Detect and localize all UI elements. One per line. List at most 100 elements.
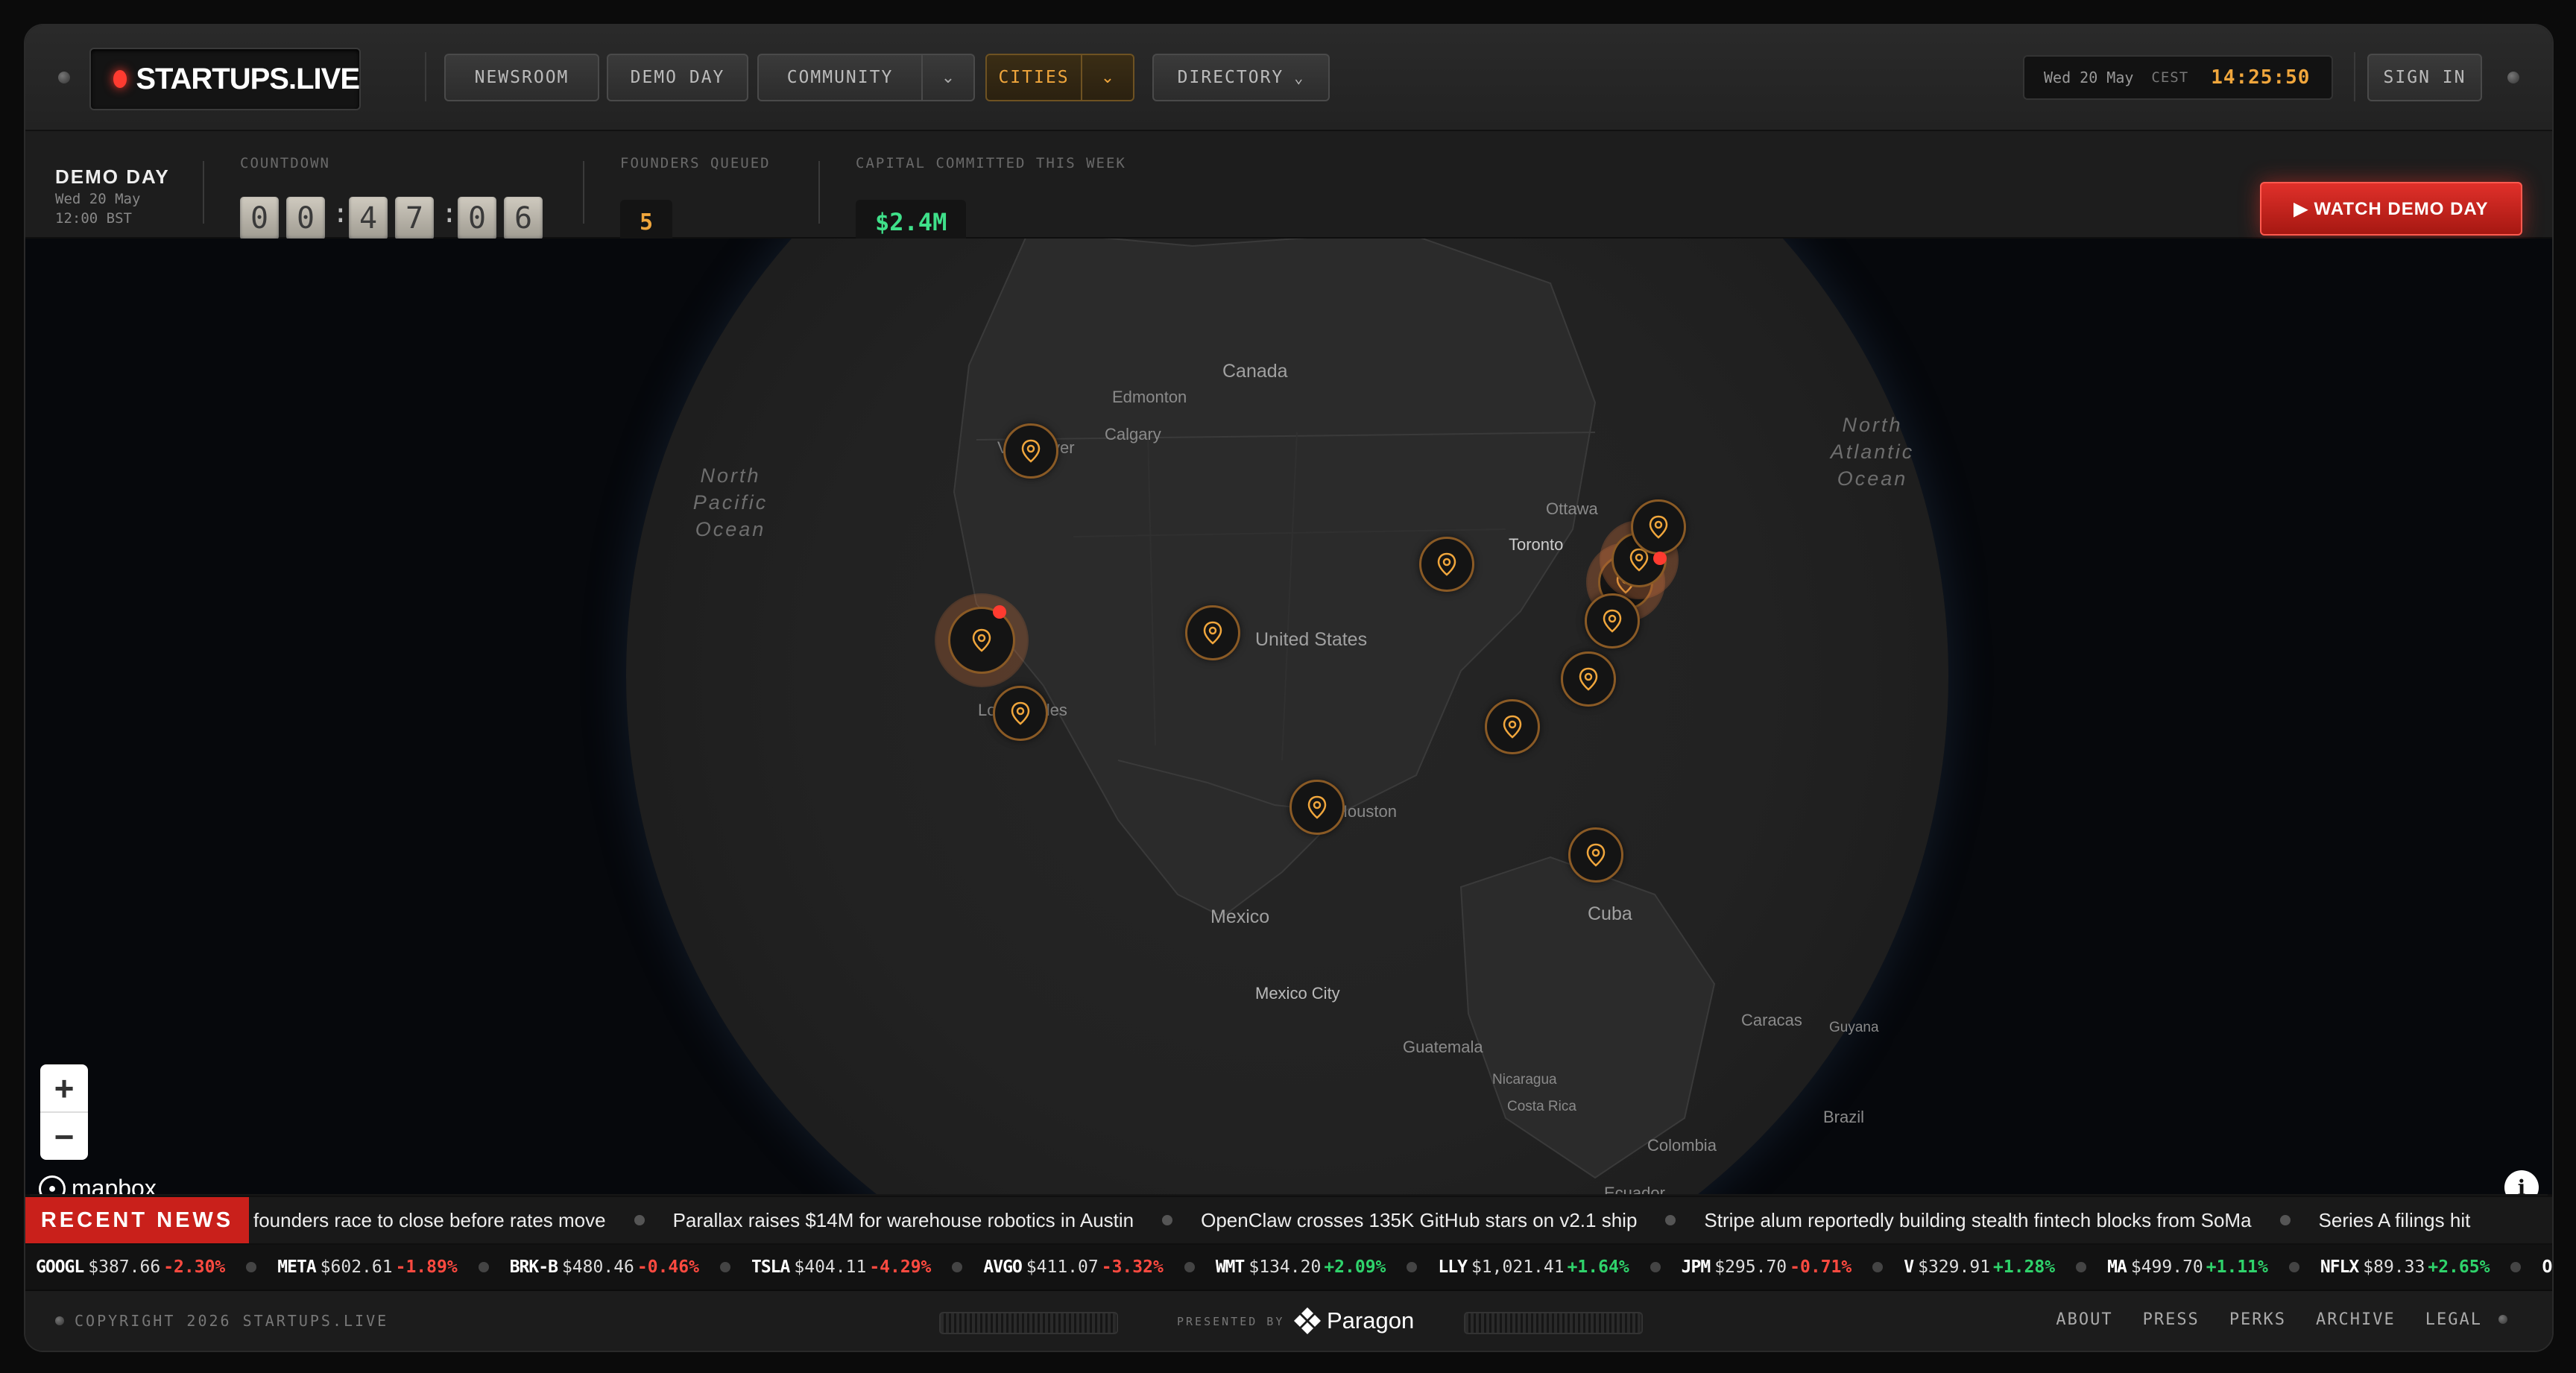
city-pin-miami[interactable] xyxy=(1568,827,1623,883)
brand-logo[interactable]: STARTUPS.LIVE xyxy=(89,48,361,110)
stock-price: $499.70 xyxy=(2130,1257,2203,1277)
stock-price: $295.70 xyxy=(1714,1257,1787,1277)
stock-chg: +1.64% xyxy=(1567,1257,1629,1277)
news-item[interactable]: founders race to close before rates move xyxy=(253,1209,606,1232)
sign-in-button[interactable]: SIGN IN xyxy=(2367,54,2482,101)
separator-dot xyxy=(246,1262,257,1272)
stock-chg: -0.46% xyxy=(637,1257,699,1277)
cities-chevron-down-icon[interactable]: ⌄ xyxy=(1082,54,1134,101)
stock-item[interactable]: TSLA $404.11 -4.29% xyxy=(751,1257,931,1277)
live-indicator-dot xyxy=(993,605,1006,619)
capital-label: CAPITAL COMMITTED THIS WEEK xyxy=(856,155,1126,171)
stock-sym: LLY xyxy=(1438,1257,1468,1277)
map-pin-icon xyxy=(1307,795,1327,819)
stock-item[interactable]: JPM $295.70 -0.71% xyxy=(1682,1257,1852,1277)
nav-directory[interactable]: DIRECTORY ⌄ xyxy=(1152,54,1330,101)
nav-directory-label: DIRECTORY xyxy=(1177,68,1284,87)
stock-item[interactable]: LLY $1,021.41 +1.64% xyxy=(1438,1257,1629,1277)
stock-item[interactable]: OR xyxy=(2542,1257,2552,1277)
live-dot-icon xyxy=(113,70,127,88)
footer-link-perks[interactable]: PERKS xyxy=(2229,1310,2286,1329)
separator-dot xyxy=(2279,1215,2291,1225)
stock-item[interactable]: META $602.61 -1.89% xyxy=(277,1257,457,1277)
countdown-label: COUNTDOWN xyxy=(240,155,330,171)
news-item[interactable]: Stripe alum reportedly building stealth … xyxy=(1704,1209,2251,1232)
screw-icon xyxy=(55,1316,64,1325)
clock-time: 14:25:50 xyxy=(2211,66,2311,89)
city-pin-boston[interactable] xyxy=(1631,499,1686,555)
city-pin-raleigh[interactable] xyxy=(1561,651,1616,707)
stock-sym: NFLX xyxy=(2320,1257,2359,1277)
capital-value: $2.4M xyxy=(856,200,967,244)
map-pin-icon xyxy=(1603,609,1622,633)
zoom-in-button[interactable]: + xyxy=(40,1064,88,1111)
demo-day-time: 12:00 BST xyxy=(55,210,132,227)
city-pin-vancouver[interactable] xyxy=(1003,423,1058,479)
stock-sym: AVGO xyxy=(983,1257,1022,1277)
footer-link-press[interactable]: PRESS xyxy=(2143,1310,2200,1329)
stock-price: $329.91 xyxy=(1918,1257,1991,1277)
sponsor-logo[interactable]: Paragon xyxy=(1292,1306,1414,1336)
nav-demo-day[interactable]: DEMO DAY xyxy=(607,54,748,101)
city-pin-austin[interactable] xyxy=(1289,780,1345,835)
footer-links: ABOUT PRESS PERKS ARCHIVE LEGAL xyxy=(2026,1310,2507,1329)
mapbox-attribution[interactable]: ● mapbox xyxy=(39,1175,157,1194)
map-label-nicaragua: Nicaragua xyxy=(1492,1072,1557,1088)
nav-newsroom[interactable]: NEWSROOM xyxy=(444,54,599,101)
map-label-mexico-city: Mexico City xyxy=(1255,984,1340,1003)
stock-item[interactable]: NFLX $89.33 +2.65% xyxy=(2320,1257,2490,1277)
info-icon[interactable]: i xyxy=(2504,1170,2539,1194)
news-item[interactable]: OpenClaw crosses 135K GitHub stars on v2… xyxy=(1201,1209,1637,1232)
nav-community[interactable]: COMMUNITY xyxy=(757,54,923,101)
news-item[interactable]: Series A filings hit xyxy=(2319,1209,2471,1232)
sponsor-name: Paragon xyxy=(1327,1307,1415,1333)
city-pin-denver[interactable] xyxy=(1185,605,1240,660)
watch-demo-day-button[interactable]: ▶ WATCH DEMO DAY xyxy=(2260,182,2522,236)
divider xyxy=(2354,52,2355,101)
map-label-united-states: United States xyxy=(1255,629,1368,650)
stock-chg: -0.71% xyxy=(1790,1257,1852,1277)
speaker-grille xyxy=(939,1312,1118,1334)
map-pin-icon xyxy=(1586,843,1606,867)
footer-link-legal[interactable]: LEGAL xyxy=(2425,1310,2482,1329)
city-pin-los-angeles[interactable] xyxy=(993,686,1048,741)
stock-item[interactable]: V $329.91 +1.28% xyxy=(1904,1257,2055,1277)
separator-dot xyxy=(952,1262,963,1272)
cities-map[interactable]: Canada Edmonton Calgary Vancouver United… xyxy=(25,239,2552,1194)
screw-icon xyxy=(2498,1315,2507,1324)
stock-item[interactable]: AVGO $411.07 -3.32% xyxy=(983,1257,1163,1277)
zoom-out-button[interactable]: − xyxy=(40,1113,88,1160)
map-label-toronto: Toronto xyxy=(1509,535,1564,554)
map-pin-icon xyxy=(1649,515,1668,539)
stock-item[interactable]: WMT $134.20 +2.09% xyxy=(1216,1257,1386,1277)
map-label-houston: Houston xyxy=(1336,802,1397,821)
copyright: COPYRIGHT 2026 STARTUPS.LIVE xyxy=(55,1312,388,1330)
directory-chevron-down-icon: ⌄ xyxy=(1294,69,1305,86)
city-pin-san-francisco[interactable] xyxy=(948,607,1015,674)
map-label-ottawa: Ottawa xyxy=(1546,499,1598,518)
city-pin-atlanta[interactable] xyxy=(1485,699,1540,754)
map-pin-icon xyxy=(972,628,991,652)
mapbox-logo-icon: ● xyxy=(39,1175,66,1194)
countdown-digit: 4 xyxy=(349,197,388,240)
city-pin-chicago[interactable] xyxy=(1419,537,1474,592)
stock-price: $480.46 xyxy=(561,1257,634,1277)
separator-dot xyxy=(478,1262,489,1272)
stock-item[interactable]: MA $499.70 +1.11% xyxy=(2107,1257,2268,1277)
stock-item[interactable]: BRK-B $480.46 -0.46% xyxy=(510,1257,699,1277)
news-item[interactable]: Parallax raises $14M for warehouse robot… xyxy=(673,1209,1134,1232)
community-chevron-down-icon[interactable]: ⌄ xyxy=(923,54,975,101)
city-pin-washington[interactable] xyxy=(1585,593,1640,648)
countdown-digit: 0 xyxy=(286,197,325,240)
nav-cities[interactable]: CITIES xyxy=(985,54,1082,101)
footer-link-about[interactable]: ABOUT xyxy=(2056,1310,2112,1329)
demo-day-bar: DEMO DAY Wed 20 May 12:00 BST COUNTDOWN … xyxy=(25,131,2552,244)
live-indicator-dot xyxy=(1653,552,1667,565)
clock-display: Wed 20 May CEST 14:25:50 xyxy=(2023,55,2333,100)
map-pin-icon xyxy=(1503,715,1522,739)
mapbox-wordmark: mapbox xyxy=(72,1175,157,1194)
map-label-caracas: Caracas xyxy=(1741,1011,1802,1029)
stock-price: $411.07 xyxy=(1026,1257,1099,1277)
stock-item[interactable]: GOOGL $387.66 -2.30% xyxy=(36,1257,225,1277)
footer-link-archive[interactable]: ARCHIVE xyxy=(2316,1310,2396,1329)
